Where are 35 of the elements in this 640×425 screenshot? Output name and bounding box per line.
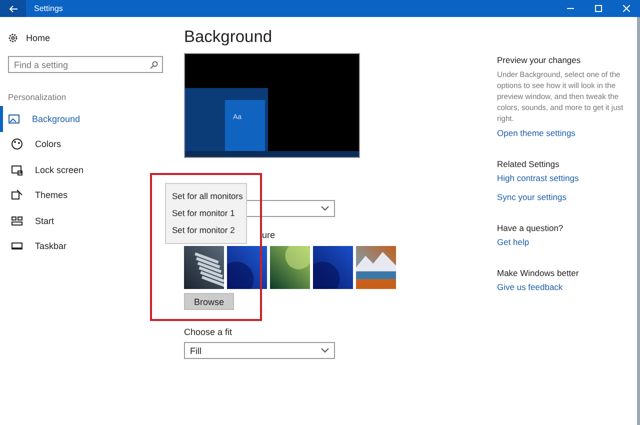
link[interactable]: High contrast settings bbox=[497, 173, 637, 183]
chevron-down-icon bbox=[321, 206, 329, 211]
palette-icon bbox=[11, 138, 23, 150]
search-field[interactable]: Find a setting bbox=[8, 56, 163, 73]
minimize-icon bbox=[566, 8, 574, 9]
maximize-icon bbox=[594, 5, 602, 12]
back-arrow-icon bbox=[8, 4, 18, 12]
field-label: Choose a fit bbox=[184, 327, 234, 337]
section-heading: Make Windows better bbox=[497, 268, 580, 278]
picture-icon bbox=[8, 112, 20, 125]
link[interactable]: Open theme settings bbox=[497, 128, 637, 138]
tiles-icon bbox=[11, 214, 23, 227]
field-label: ure bbox=[262, 230, 276, 242]
section-heading: Preview your changes bbox=[497, 55, 582, 65]
home-link[interactable]: Home bbox=[0, 29, 170, 47]
sidebar-item[interactable]: Colors bbox=[0, 132, 170, 157]
search-icon bbox=[150, 60, 158, 68]
gear-icon bbox=[8, 33, 18, 43]
browse-button[interactable]: Browse bbox=[184, 293, 234, 310]
sidebar-item[interactable]: Background bbox=[0, 106, 170, 132]
window-title: Settings bbox=[34, 4, 64, 13]
link[interactable]: Sync your settings bbox=[497, 192, 637, 202]
monitor-icon bbox=[11, 164, 23, 176]
section-heading: Related Settings bbox=[497, 159, 560, 169]
link[interactable]: Get help bbox=[497, 237, 637, 247]
fit-dropdown[interactable]: Fill bbox=[184, 342, 335, 359]
taskbar-icon bbox=[11, 240, 23, 252]
section-heading: Personalization bbox=[7, 92, 68, 104]
section-heading: Have a question? bbox=[497, 223, 564, 233]
sidebar-item[interactable]: Lock screen bbox=[0, 157, 170, 182]
close-icon bbox=[622, 5, 630, 12]
page-title: Background bbox=[184, 28, 274, 47]
back-button[interactable] bbox=[0, 0, 26, 17]
link[interactable]: Give us feedback bbox=[497, 282, 637, 292]
chevron-down-icon bbox=[321, 348, 329, 353]
